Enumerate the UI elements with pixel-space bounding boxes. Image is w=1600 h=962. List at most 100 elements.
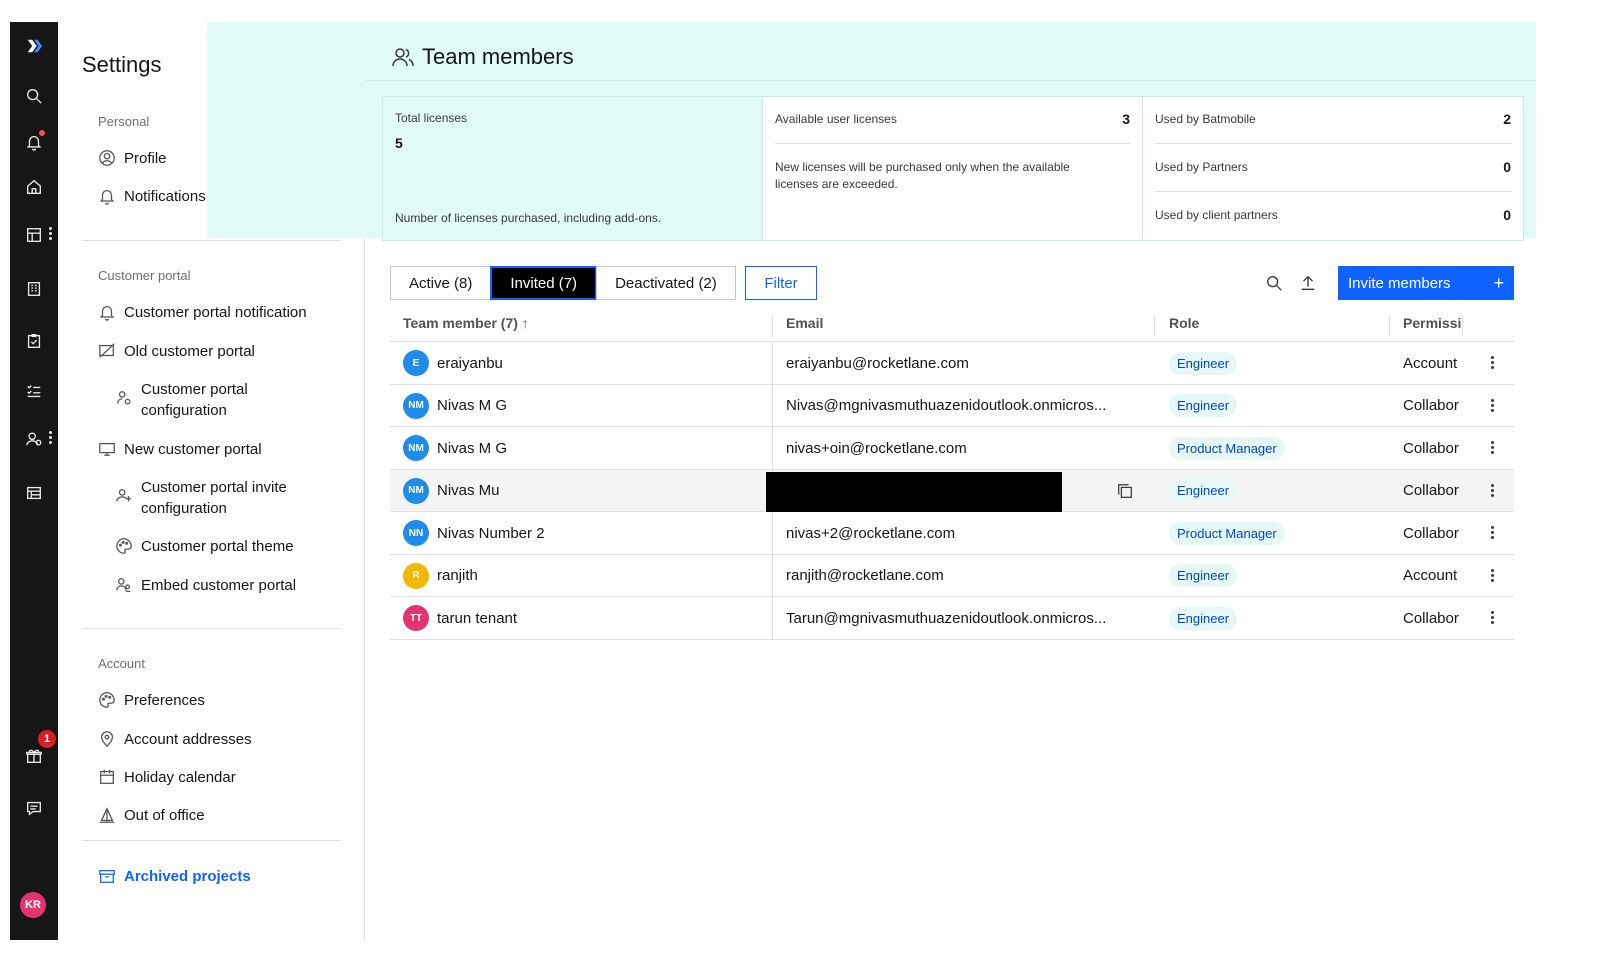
nav-account-addresses[interactable]: Account addresses	[98, 729, 252, 750]
member-cell: NN Nivas Number 2	[403, 512, 545, 554]
search-icon[interactable]	[1265, 274, 1283, 292]
email-cell: nivas+oin@rocketlane.com	[786, 439, 967, 457]
header-team-member[interactable]: Team member (7) ↑	[403, 315, 529, 331]
header-permission[interactable]: Permissi	[1403, 315, 1463, 331]
nav-cp-config[interactable]: Customer portal configuration	[115, 379, 325, 421]
section-label-personal: Personal	[98, 114, 150, 129]
nav-profile[interactable]: Profile	[98, 148, 167, 169]
nav-notifications[interactable]: Notifications	[98, 186, 206, 207]
building-icon[interactable]	[10, 273, 58, 305]
users-more-icon[interactable]	[49, 431, 52, 445]
member-name: eraiyanbu	[437, 354, 503, 372]
monitor-icon	[98, 440, 116, 458]
role-cell: Engineer	[1169, 555, 1238, 597]
header-email[interactable]: Email	[786, 315, 823, 331]
users-link-icon	[115, 576, 133, 594]
nav-archived-projects[interactable]: Archived projects	[98, 866, 251, 887]
table-row[interactable]: Eeraiyanbu eraiyanbu@rocketlane.com Engine…	[390, 342, 1514, 385]
member-name: Nivas M G	[437, 397, 508, 414]
member-name: tarun tenant	[437, 609, 518, 627]
email-cell: Tarun@mgnivasmuthuazenidoutlook.onmicros…	[786, 609, 1107, 627]
member-cell: Eeraiyanbu	[403, 342, 503, 384]
email-cell: Nivas@mgnivasmuthuazenidoutlook.onmicros…	[786, 397, 1107, 414]
row-menu-icon[interactable]	[1491, 568, 1494, 584]
role-tag: Engineer	[1169, 394, 1238, 417]
table-row[interactable]: Rranjith ranjith@rocketlane.com Engineer Ac…	[390, 554, 1514, 597]
table-row[interactable]: NM Nivas M G Nivas@mgnivasmuthuazenidoutlo…	[390, 384, 1514, 427]
member-cell: NM Nivas M G	[403, 385, 507, 427]
row-menu-icon[interactable]	[1491, 356, 1494, 371]
role-cell: Product Manager	[1169, 512, 1285, 554]
header-role[interactable]: Role	[1169, 315, 1199, 331]
row-menu-icon[interactable]	[1491, 398, 1494, 414]
user-settings-icon	[115, 389, 133, 407]
filter-button[interactable]: Filter	[745, 266, 817, 300]
clipboard-icon[interactable]	[10, 325, 58, 357]
invite-members-button[interactable]: Invite members +	[1338, 266, 1514, 300]
tab-deactivated[interactable]: Deactivated (2)	[596, 266, 736, 300]
dashboard-icon[interactable]	[10, 219, 58, 251]
user-avatar[interactable]: KR	[20, 892, 46, 918]
export-icon[interactable]	[1299, 274, 1317, 292]
role-cell: Engineer	[1169, 597, 1238, 639]
permission-cell: Collabora	[1403, 397, 1459, 414]
copy-icon[interactable]	[1116, 482, 1134, 500]
permission-cell: Collabora	[1403, 524, 1459, 542]
avatar: NN	[403, 520, 429, 546]
role-tag: Product Manager	[1169, 436, 1285, 460]
users-icon[interactable]	[10, 423, 58, 455]
redacted-email	[766, 471, 1062, 512]
row-menu-icon[interactable]	[1491, 441, 1494, 456]
nav-cp-theme[interactable]: Customer portal theme	[115, 536, 294, 557]
notification-dot	[38, 129, 46, 137]
archive-icon	[98, 867, 116, 885]
member-name: ranjith	[437, 567, 478, 584]
avatar: TT	[403, 605, 429, 631]
nav-old-portal[interactable]: Old customer portal	[98, 341, 255, 362]
umbrella-icon	[98, 806, 116, 824]
avatar: NM	[403, 477, 429, 504]
table-row[interactable]: TT tarun tenant Tarun@mgnivasmuthuazenidou…	[390, 597, 1514, 640]
bell-icon	[98, 187, 116, 205]
page-title: Team members	[392, 44, 574, 70]
nav-preferences[interactable]: Preferences	[98, 690, 205, 711]
checklist-icon[interactable]	[10, 375, 58, 407]
row-menu-icon[interactable]	[1491, 526, 1494, 541]
logo-icon[interactable]	[10, 30, 58, 62]
nav-out-of-office[interactable]: Out of office	[98, 805, 205, 826]
search-icon[interactable]	[10, 80, 58, 112]
nav-new-portal[interactable]: New customer portal	[98, 439, 262, 460]
tab-invited[interactable]: Invited (7)	[490, 266, 598, 300]
role-cell: Product Manager	[1169, 427, 1285, 469]
permission-cell: Account	[1403, 354, 1458, 372]
chat-icon[interactable]	[10, 792, 58, 824]
bell-icon[interactable]	[10, 126, 58, 158]
dashboard-more-icon[interactable]	[49, 227, 52, 241]
permission-cell: Collabora	[1403, 482, 1459, 499]
nav-cp-invite-config[interactable]: Customer portal invite configuration	[115, 477, 315, 519]
table-row[interactable]: NM Nivas M G nivas+oin@rocketlane.com Produ…	[390, 427, 1514, 470]
template-icon[interactable]	[10, 477, 58, 509]
home-icon[interactable]	[10, 171, 58, 203]
table-row[interactable]: NN Nivas Number 2 nivas+2@rocketlane.com Pr…	[390, 512, 1514, 555]
icon-rail: 1 KR	[10, 22, 58, 940]
email-cell: ranjith@rocketlane.com	[786, 567, 944, 584]
license-usage-card: Used by Batmobile 2 Used by Partners 0 U…	[1143, 97, 1523, 240]
member-cell: TT tarun tenant	[403, 597, 517, 639]
email-cell: nivas+2@rocketlane.com	[786, 524, 956, 542]
bell-icon	[98, 303, 116, 321]
member-cell: NM Nivas Mu	[403, 470, 500, 512]
gift-icon[interactable]: 1	[10, 730, 58, 772]
add-user-icon	[115, 487, 133, 505]
row-menu-icon[interactable]	[1491, 611, 1494, 626]
nav-cp-notification[interactable]: Customer portal notification	[98, 302, 307, 323]
palette-icon	[115, 537, 133, 555]
row-menu-icon[interactable]	[1491, 483, 1494, 499]
nav-embed-portal[interactable]: Embed customer portal	[115, 575, 296, 596]
nav-holiday-calendar[interactable]: Holiday calendar	[98, 767, 236, 788]
section-label-account: Account	[98, 656, 145, 671]
avatar: NM	[403, 392, 429, 419]
table-row[interactable]: NM Nivas Mu Engineer Collabora	[390, 469, 1514, 512]
role-tag: Engineer	[1169, 564, 1238, 587]
tab-active[interactable]: Active (8)	[390, 266, 492, 300]
